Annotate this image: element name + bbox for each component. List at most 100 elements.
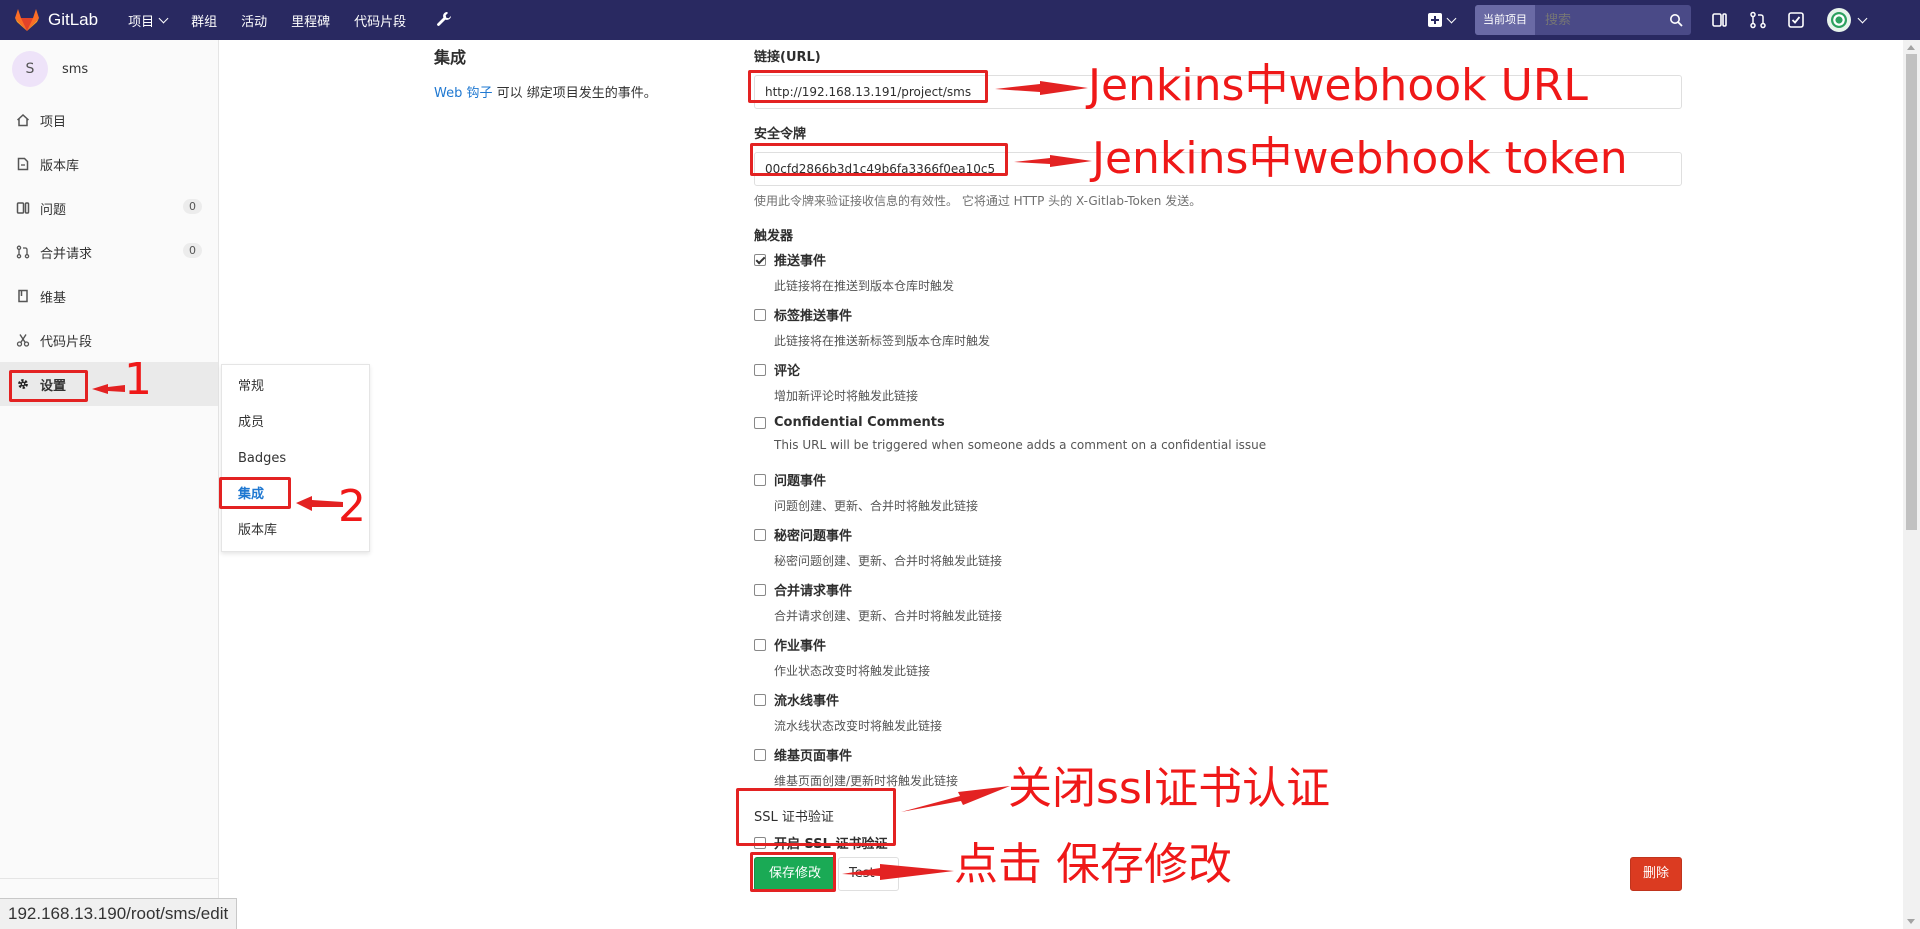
trigger-item: 推送事件 此链接将在推送到版本仓库时触发 xyxy=(754,250,1684,305)
merge-requests-count-badge: 0 xyxy=(183,243,202,258)
sidebar-item-issues[interactable]: 问题 0 xyxy=(0,186,218,230)
home-icon xyxy=(16,113,30,127)
search-scope-chip[interactable]: 当前项目 xyxy=(1475,5,1535,35)
annotation-token-note: Jenkins中webhook token xyxy=(1092,133,1628,184)
merge-request-icon[interactable] xyxy=(1749,11,1767,29)
description-text: 可以 绑定项目发生的事件。 xyxy=(492,86,657,101)
webhooks-link[interactable]: Web 钩子 xyxy=(434,86,492,101)
trigger-label: 评论 xyxy=(774,364,801,379)
scissors-icon xyxy=(16,334,30,347)
annotation-number-1: 1 xyxy=(124,354,152,405)
top-navbar: GitLab 项目 群组 活动 里程碑 代码片段 当前项目 xyxy=(0,0,1920,40)
project-header[interactable]: S sms xyxy=(0,40,218,98)
doc-icon xyxy=(17,157,29,171)
issues-count-badge: 0 xyxy=(183,199,202,214)
trigger-checkbox-row[interactable]: 问题事件 xyxy=(754,470,1684,489)
trigger-item: Confidential Comments This URL will be tr… xyxy=(754,415,1684,470)
trigger-checkbox[interactable] xyxy=(754,253,766,266)
sidebar-item-label: 版本库 xyxy=(40,158,80,174)
flyout-item-members[interactable]: 成员 xyxy=(222,405,369,441)
gitlab-logo[interactable]: GitLab xyxy=(14,8,98,32)
delete-button[interactable]: 删除 xyxy=(1629,857,1682,891)
trigger-checkbox[interactable] xyxy=(754,583,766,596)
trigger-checkbox[interactable] xyxy=(754,416,766,429)
trigger-checkbox[interactable] xyxy=(754,693,766,706)
nav-snippets[interactable]: 代码片段 xyxy=(354,11,406,30)
flyout-item-general[interactable]: 常规 xyxy=(222,369,369,405)
nav-groups[interactable]: 群组 xyxy=(191,11,217,30)
trigger-checkbox[interactable] xyxy=(754,528,766,541)
project-avatar: S xyxy=(12,51,48,87)
issues-icon xyxy=(16,202,30,214)
nav-projects-label: 项目 xyxy=(128,14,155,30)
annotation-ssl-note: 关闭ssl证书认证 xyxy=(1008,763,1331,814)
chevron-down-icon[interactable] xyxy=(1857,13,1868,23)
user-avatar[interactable] xyxy=(1827,8,1851,32)
sidebar-item-wiki[interactable]: 维基 xyxy=(0,274,218,318)
scroll-down-arrow-icon[interactable] xyxy=(1907,919,1915,924)
annotation-box-token xyxy=(750,143,1008,176)
trigger-checkbox[interactable] xyxy=(754,473,766,486)
trigger-label: 流水线事件 xyxy=(774,694,840,709)
new-dropdown[interactable] xyxy=(1428,13,1457,27)
trigger-item: 评论 增加新评论时将触发此链接 xyxy=(754,360,1684,415)
scroll-up-arrow-icon[interactable] xyxy=(1907,45,1915,50)
trigger-help-text: This URL will be triggered when someone … xyxy=(774,438,1267,452)
chevron-down-icon xyxy=(158,13,169,23)
sidebar-item-label: 问题 xyxy=(40,202,67,218)
trigger-checkbox-row[interactable]: 流水线事件 xyxy=(754,690,1684,709)
sidebar-item-snippets[interactable]: 代码片段 xyxy=(0,318,218,362)
trigger-help-text: 作业状态改变时将触发此链接 xyxy=(774,664,931,678)
trigger-label: 标签推送事件 xyxy=(774,309,853,324)
trigger-checkbox[interactable] xyxy=(754,308,766,321)
nav-projects[interactable]: 项目 xyxy=(128,11,169,30)
trigger-label: 作业事件 xyxy=(774,639,827,654)
issues-icon[interactable] xyxy=(1711,11,1729,29)
sidebar-item-label: 项目 xyxy=(40,114,67,130)
trigger-checkbox-row[interactable]: Confidential Comments xyxy=(754,415,1684,430)
plus-square-icon xyxy=(1428,13,1442,27)
nav-milestones[interactable]: 里程碑 xyxy=(291,11,330,30)
nav-activity[interactable]: 活动 xyxy=(241,11,267,30)
triggers-label: 触发器 xyxy=(754,229,794,244)
page-scrollbar[interactable] xyxy=(1903,40,1920,929)
sidebar-item-label: 代码片段 xyxy=(40,334,93,350)
trigger-checkbox-row[interactable]: 评论 xyxy=(754,360,1684,379)
annotation-url-note: Jenkins中webhook URL xyxy=(1088,60,1588,111)
sidebar-item-project[interactable]: 项目 xyxy=(0,98,218,142)
todo-icon[interactable] xyxy=(1787,11,1805,29)
browser-status-url: 192.168.13.190/root/sms/edit xyxy=(0,898,238,929)
test-dropdown-button[interactable]: Test xyxy=(838,857,899,891)
annotation-save-note: 点击 保存修改 xyxy=(954,839,1232,890)
wrench-icon[interactable] xyxy=(436,11,452,27)
trigger-label: 推送事件 xyxy=(774,254,827,269)
trigger-checkbox-row[interactable]: 标签推送事件 xyxy=(754,305,1684,324)
trigger-checkbox-row[interactable]: 合并请求事件 xyxy=(754,580,1684,599)
trigger-checkbox-row[interactable]: 推送事件 xyxy=(754,250,1684,269)
sidebar-item-repository[interactable]: 版本库 xyxy=(0,142,218,186)
trigger-checkbox-row[interactable]: 秘密问题事件 xyxy=(754,525,1684,544)
nav-right: 当前项目 xyxy=(1428,0,1868,40)
book-icon xyxy=(18,289,28,303)
trigger-item: 合并请求事件 合并请求创建、更新、合并时将触发此链接 xyxy=(754,580,1684,635)
search-input[interactable] xyxy=(1535,12,1665,28)
annotation-box-url xyxy=(748,70,988,103)
integrations-intro: 集成 Web 钩子 可以 绑定项目发生的事件。 xyxy=(434,40,657,101)
scrollbar-thumb[interactable] xyxy=(1906,54,1917,530)
trigger-checkbox[interactable] xyxy=(754,748,766,761)
search-icon[interactable] xyxy=(1669,13,1683,27)
sidebar-item-merge-requests[interactable]: 合并请求 0 xyxy=(0,230,218,274)
flyout-item-badges[interactable]: Badges xyxy=(222,441,369,477)
annotation-box-ssl xyxy=(736,788,896,846)
trigger-help-text: 问题创建、更新、合并时将触发此链接 xyxy=(774,499,979,513)
trigger-checkbox[interactable] xyxy=(754,363,766,376)
annotation-box-integrations xyxy=(219,477,291,509)
sidebar-item-label: 维基 xyxy=(40,290,67,306)
trigger-item: 作业事件作业状态改变时将触发此链接 xyxy=(754,635,1684,690)
trigger-checkbox-row[interactable]: 作业事件 xyxy=(754,635,1684,654)
trigger-label: 合并请求事件 xyxy=(774,584,853,599)
gitlab-fox-icon xyxy=(15,9,39,31)
nav-links: 项目 群组 活动 里程碑 代码片段 xyxy=(128,11,452,30)
trigger-checkbox[interactable] xyxy=(754,638,766,651)
page-title: 集成 xyxy=(434,48,467,67)
